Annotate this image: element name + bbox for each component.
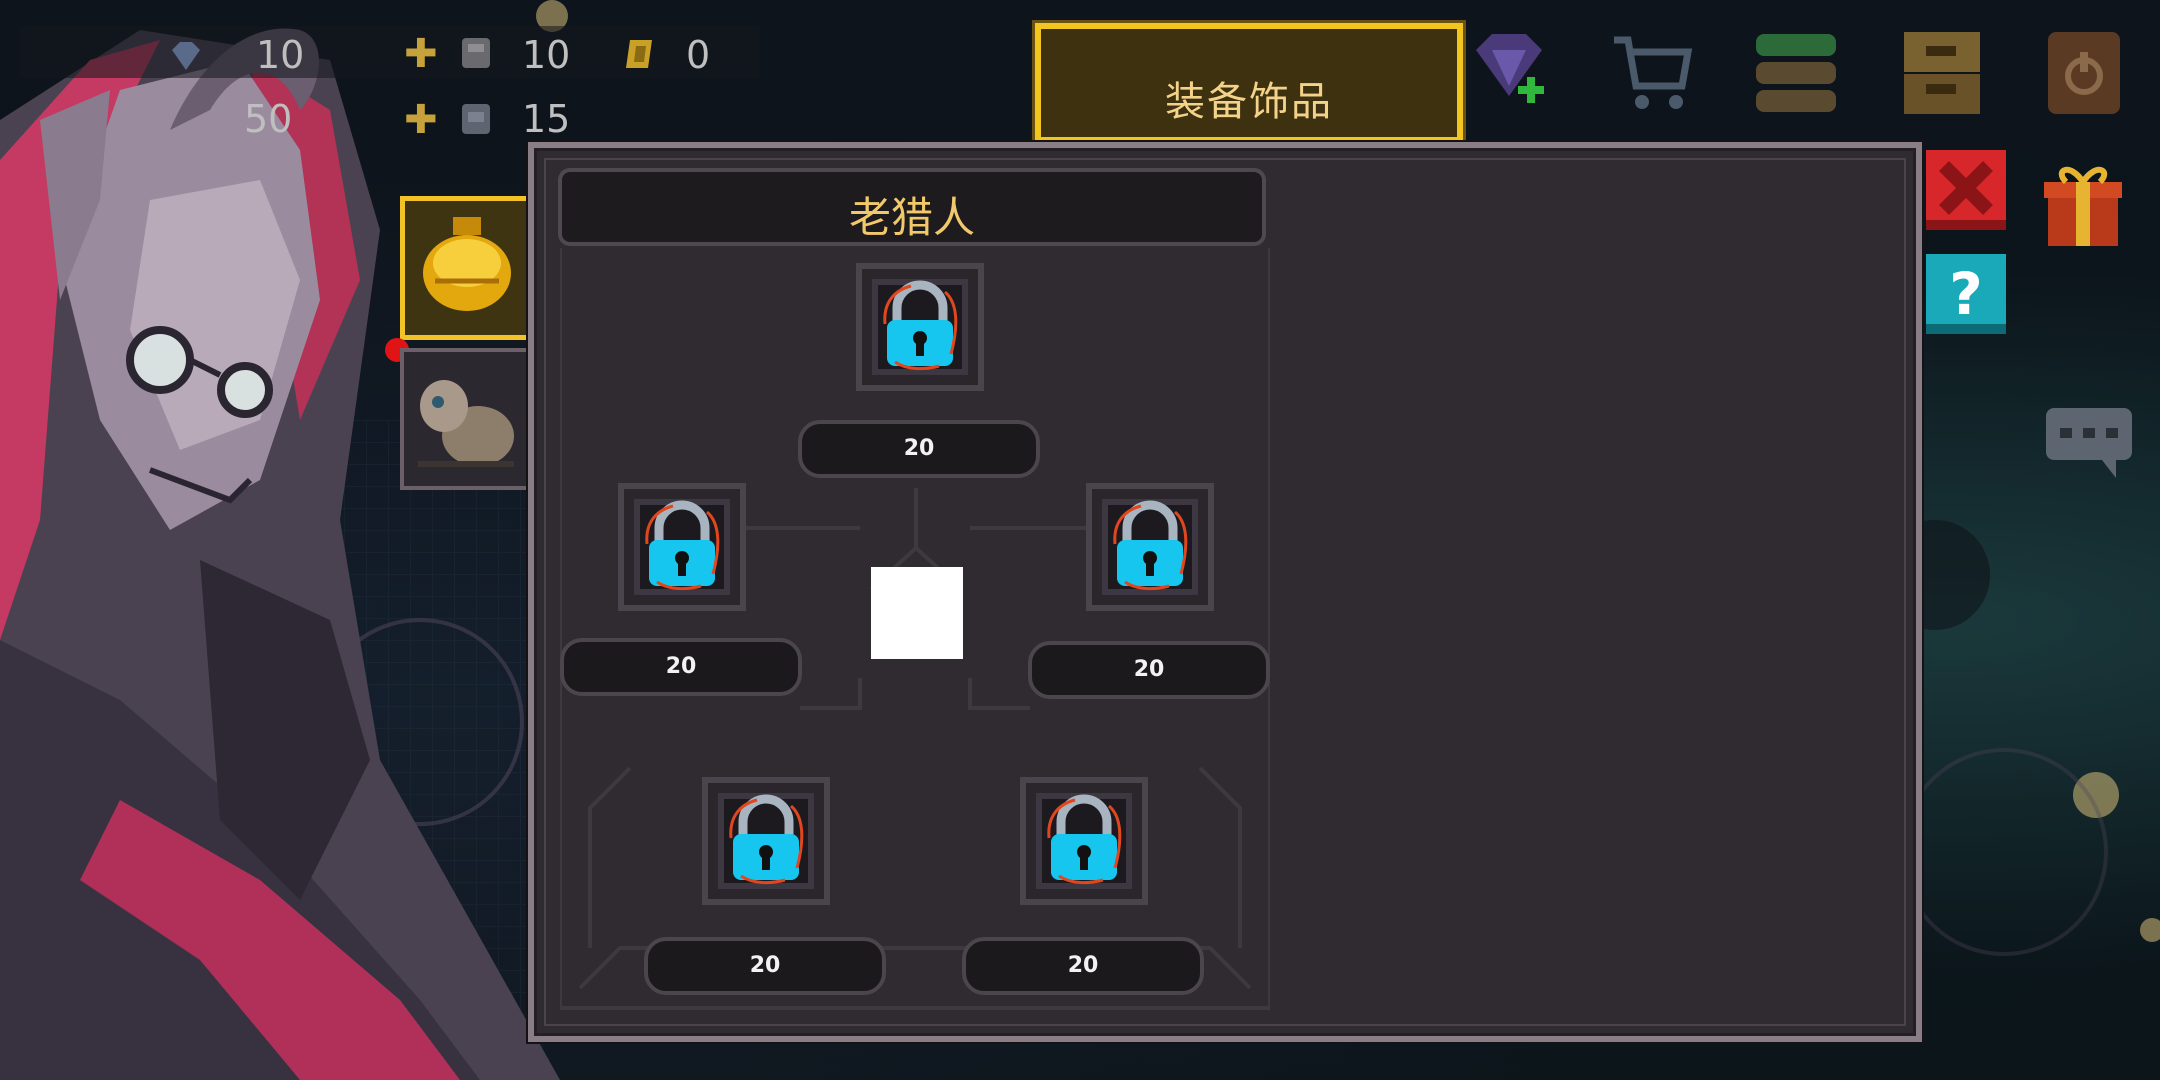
old-hunter-portrait (0, 28, 560, 1080)
help-button[interactable]: ? (1924, 252, 2008, 336)
ticket-icon (626, 40, 652, 68)
center-node (871, 567, 963, 659)
slot-cost-value: 20 (749, 953, 781, 978)
light-orb (2140, 918, 2160, 942)
tab-pet[interactable] (400, 348, 543, 490)
close-button[interactable] (1924, 148, 2008, 232)
exit-door-icon[interactable] (2040, 26, 2126, 120)
gem-shop-icon[interactable] (1466, 26, 1552, 120)
material2-count: 15 (522, 97, 571, 141)
character-name: 老猎人 (848, 193, 975, 242)
talent-slot-locked[interactable] (855, 262, 985, 392)
material1-icon (462, 38, 490, 68)
talent-slot-locked[interactable] (1019, 776, 1149, 906)
add-material2-icon[interactable]: ✚ (404, 100, 438, 140)
slot-cost-label: 20 (560, 638, 802, 696)
game-scene: 10 50 ✚ 10 0 ✚ 15 装备饰品 老猎人 20 20 20 20 2… (0, 0, 2160, 1080)
coins-count: 50 (244, 97, 293, 141)
gift-box-icon[interactable] (2040, 160, 2126, 252)
material2-icon (462, 104, 490, 134)
storage-chest-icon[interactable] (1898, 26, 1984, 120)
slot-cost-label: 20 (798, 420, 1040, 478)
character-name-bar: 老猎人 (558, 168, 1266, 246)
shop-cart-icon[interactable] (1608, 26, 1694, 120)
hamster-pet-icon (418, 380, 514, 467)
gem-icon (172, 42, 200, 70)
slot-cost-label: 20 (962, 937, 1204, 995)
task-list-icon[interactable] (1752, 26, 1838, 120)
material1-count: 10 (522, 33, 571, 77)
ticket-count: 0 (686, 33, 711, 77)
chat-bubble-icon[interactable] (2044, 404, 2134, 484)
talent-slot-locked[interactable] (617, 482, 747, 612)
svg-text:?: ? (1949, 260, 1983, 328)
tab-equip-accessory[interactable]: 装备饰品 (1032, 20, 1466, 146)
slot-cost-value: 20 (1133, 657, 1165, 682)
gold-pot-icon (423, 217, 511, 311)
tab-equip-accessory-label: 装备饰品 (1165, 79, 1333, 125)
slot-cost-value: 20 (903, 436, 935, 461)
slot-cost-label: 20 (1028, 641, 1270, 699)
attack-joystick[interactable] (1900, 748, 2108, 956)
slot-cost-value: 20 (665, 654, 697, 679)
slot-cost-value: 20 (1067, 953, 1099, 978)
tab-accessory-bag[interactable] (400, 196, 545, 340)
talent-slot-locked[interactable] (1085, 482, 1215, 612)
talent-slot-locked[interactable] (701, 776, 831, 906)
gems-count: 10 (256, 33, 305, 77)
slot-cost-label: 20 (644, 937, 886, 995)
add-material1-icon[interactable]: ✚ (404, 34, 438, 74)
